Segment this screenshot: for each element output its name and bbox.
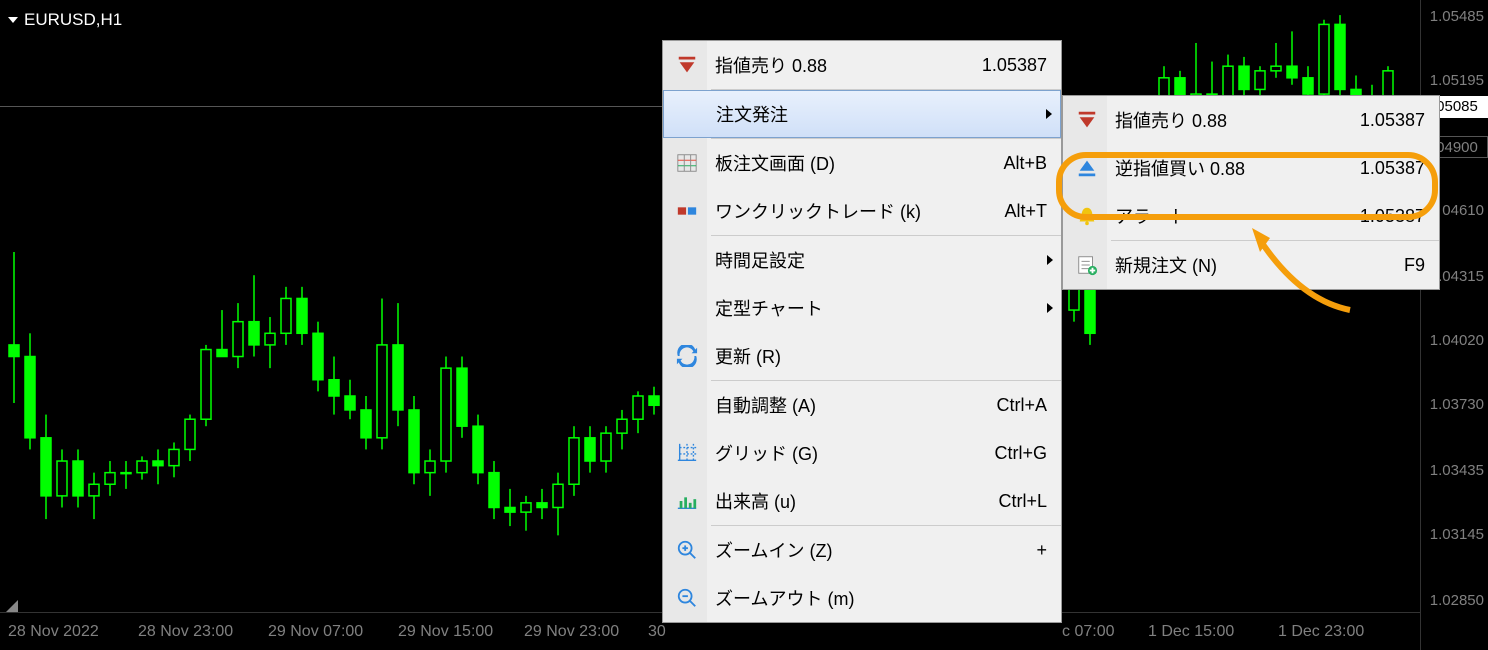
menu-item-label: 指値売り 0.88	[711, 52, 982, 78]
menu-item-label: グリッド (G)	[711, 440, 994, 466]
chevron-right-icon	[1047, 255, 1053, 265]
menu-item[interactable]: 時間足設定	[663, 236, 1061, 284]
symbol-label: EURUSD,H1	[24, 10, 122, 30]
time-tick: c 07:00	[1062, 623, 1114, 641]
refresh-icon	[663, 345, 711, 367]
menu-item-label: 注文発注	[712, 101, 1060, 127]
menu-item-shortcut: Ctrl+G	[994, 443, 1061, 464]
oneclick-icon	[663, 200, 711, 222]
menu-item-shortcut: 1.05387	[1360, 110, 1439, 131]
new-order-icon	[1063, 254, 1111, 276]
chevron-right-icon	[1047, 303, 1053, 313]
zoom-in-icon	[663, 539, 711, 561]
menu-item[interactable]: 逆指値買い 0.881.05387	[1063, 144, 1439, 192]
menu-item[interactable]: グリッド (G)Ctrl+G	[663, 429, 1061, 477]
menu-item-label: アラート	[1111, 203, 1360, 229]
chart-corner-icon	[6, 600, 18, 612]
menu-item[interactable]: 自動調整 (A)Ctrl+A	[663, 381, 1061, 429]
menu-item-label: ワンクリックトレード (k)	[711, 198, 1004, 224]
menu-item-label: ズームイン (Z)	[711, 537, 1036, 563]
menu-item-shortcut: 1.05387	[982, 55, 1061, 76]
menu-item-shortcut: Alt+T	[1004, 201, 1061, 222]
price-tick: 1.03435	[1430, 462, 1484, 479]
menu-item[interactable]: 指値売り 0.881.05387	[663, 41, 1061, 89]
buy-arrow-icon	[1063, 157, 1111, 179]
menu-item[interactable]: ズームイン (Z)+	[663, 526, 1061, 574]
price-tick: 1.03730	[1430, 396, 1484, 413]
time-tick: 28 Nov 2022	[8, 623, 99, 641]
chart-title[interactable]: EURUSD,H1	[8, 10, 122, 30]
menu-item-shortcut: Ctrl+L	[998, 491, 1061, 512]
sell-arrow-icon	[663, 54, 711, 76]
menu-item-shortcut: Ctrl+A	[996, 395, 1061, 416]
zoom-out-icon	[663, 587, 711, 609]
menu-item-label: ズームアウト (m)	[711, 585, 1061, 611]
alert-icon	[1063, 205, 1111, 227]
grid-icon	[663, 442, 711, 464]
menu-item[interactable]: 板注文画面 (D)Alt+B	[663, 139, 1061, 187]
price-tick: 1.04020	[1430, 332, 1484, 349]
chevron-right-icon	[1046, 109, 1052, 119]
menu-item[interactable]: 新規注文 (N)F9	[1063, 241, 1439, 289]
menu-item[interactable]: アラート1.05387	[1063, 192, 1439, 240]
context-menu-order-submenu: 指値売り 0.881.05387逆指値買い 0.881.05387アラート1.0…	[1062, 95, 1440, 290]
menu-item-label: 出来高 (u)	[711, 488, 998, 514]
menu-item[interactable]: ワンクリックトレード (k)Alt+T	[663, 187, 1061, 235]
menu-item-label: 板注文画面 (D)	[711, 150, 1003, 176]
menu-item-label: 自動調整 (A)	[711, 392, 996, 418]
menu-item-shortcut: +	[1036, 540, 1061, 561]
menu-item-shortcut: F9	[1404, 255, 1439, 276]
menu-item-label: 更新 (R)	[711, 343, 1061, 369]
menu-item-shortcut: 1.05387	[1360, 158, 1439, 179]
menu-item-label: 時間足設定	[711, 247, 1061, 273]
menu-item[interactable]: 指値売り 0.881.05387	[1063, 96, 1439, 144]
menu-item[interactable]: 出来高 (u)Ctrl+L	[663, 477, 1061, 525]
price-tick: 1.05195	[1430, 72, 1484, 89]
menu-item-label: 逆指値買い 0.88	[1111, 155, 1360, 181]
price-tick: 04610	[1442, 202, 1484, 219]
menu-item-label: 定型チャート	[711, 295, 1061, 321]
menu-item[interactable]: 更新 (R)	[663, 332, 1061, 380]
context-menu-main: 指値売り 0.881.05387注文発注板注文画面 (D)Alt+Bワンクリック…	[662, 40, 1062, 623]
time-tick: 29 Nov 07:00	[268, 623, 363, 641]
price-tick: 1.05485	[1430, 8, 1484, 25]
dropdown-icon[interactable]	[8, 17, 18, 23]
time-tick: 29 Nov 15:00	[398, 623, 493, 641]
sell-arrow-icon	[1063, 109, 1111, 131]
menu-item[interactable]: ズームアウト (m)	[663, 574, 1061, 622]
menu-item-label: 新規注文 (N)	[1111, 252, 1404, 278]
menu-item[interactable]: 注文発注	[663, 90, 1061, 138]
time-tick: 30	[648, 623, 666, 641]
volume-icon	[663, 490, 711, 512]
menu-item-shortcut: 1.05387	[1360, 206, 1439, 227]
menu-item[interactable]: 定型チャート	[663, 284, 1061, 332]
time-tick: 1 Dec 15:00	[1148, 623, 1234, 641]
time-tick: 29 Nov 23:00	[524, 623, 619, 641]
grid-table-icon	[663, 152, 711, 174]
menu-item-label: 指値売り 0.88	[1111, 107, 1360, 133]
time-tick: 28 Nov 23:00	[138, 623, 233, 641]
price-tick: 1.02850	[1430, 592, 1484, 609]
price-tick: 1.03145	[1430, 526, 1484, 543]
time-tick: 1 Dec 23:00	[1278, 623, 1364, 641]
menu-item-shortcut: Alt+B	[1003, 153, 1061, 174]
